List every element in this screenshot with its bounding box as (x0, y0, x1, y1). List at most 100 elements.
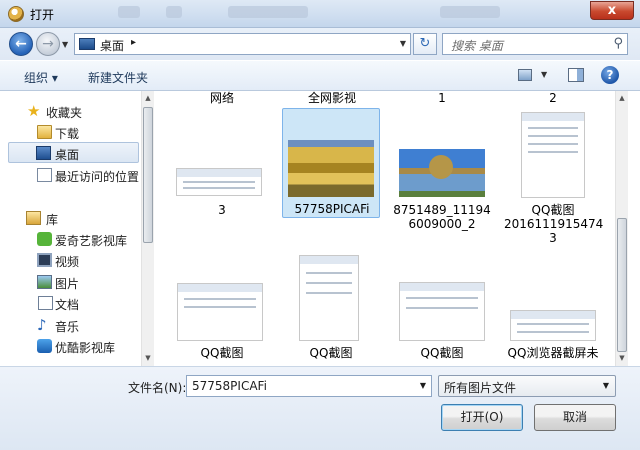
nav-documents[interactable]: 文档 (0, 293, 141, 314)
iqiyi-icon (37, 232, 52, 246)
scroll-up-icon[interactable]: ▲ (142, 91, 154, 106)
file-name[interactable]: 2 (504, 91, 602, 105)
file-name: QQ浏览器截屏未 (507, 346, 599, 360)
filename-label: 文件名(N): (128, 381, 187, 395)
scroll-thumb[interactable] (617, 218, 627, 352)
file-item-selected[interactable]: 57758PICAFi (282, 108, 380, 218)
nav-label: 音乐 (55, 320, 80, 334)
nav-music[interactable]: ♪ 音乐 (0, 315, 141, 336)
downloads-folder-icon (37, 125, 52, 139)
video-library-icon (37, 253, 52, 267)
refresh-button[interactable]: ↻ (413, 33, 437, 55)
file-item[interactable]: 3 (173, 111, 271, 221)
nav-iqiyi[interactable]: 爱奇艺影视库 (0, 229, 141, 250)
close-icon: x (607, 3, 617, 18)
scroll-down-icon[interactable]: ▼ (616, 351, 628, 366)
address-row: ← → ▼ 桌面 ▸ ▼ ↻ 搜索 桌面 ⚲ (0, 28, 640, 60)
nav-downloads[interactable]: 下载 (0, 122, 141, 143)
blurred-title-area (118, 6, 140, 18)
file-list: 网络 全网影视 1 2 3 57758PICAFi 8751489_11194 … (155, 91, 615, 366)
filename-value[interactable]: 57758PICAFi (192, 379, 267, 393)
view-dropdown-icon[interactable]: ▼ (541, 70, 547, 79)
filename-dropdown-icon[interactable]: ▼ (420, 381, 426, 390)
nav-label: 优酷影视库 (55, 341, 116, 355)
blurred-title-area (166, 6, 182, 18)
youku-icon (37, 339, 52, 353)
library-icon (26, 211, 41, 225)
nav-favorites[interactable]: ★ 收藏夹 (0, 101, 141, 122)
nav-scrollbar[interactable]: ▲ ▼ (141, 91, 154, 366)
file-name: 57758PICAFi (294, 202, 370, 216)
file-item[interactable]: QQ截图 (282, 255, 380, 365)
preview-pane-icon[interactable] (568, 68, 584, 82)
nav-label: 视频 (55, 255, 80, 269)
file-type-select[interactable]: 所有图片文件 ▼ (438, 375, 616, 397)
pictures-library-icon (37, 275, 52, 289)
back-button[interactable]: ← (9, 32, 33, 56)
screenshot-thumbnail (399, 282, 485, 341)
file-name[interactable]: 1 (393, 91, 491, 105)
help-label: ? (606, 68, 614, 82)
file-name: QQ截图 (309, 346, 353, 360)
screenshot-thumbnail (177, 283, 263, 341)
file-item[interactable]: QQ截图 2016111915474 3 (504, 111, 603, 245)
organize-menu[interactable]: 组织 ▾ (24, 69, 58, 86)
history-dropdown-icon[interactable]: ▼ (62, 40, 68, 49)
image-thumbnail (399, 149, 485, 197)
file-name: QQ截图 (420, 346, 464, 360)
file-item[interactable]: QQ截图 (173, 255, 271, 365)
nav-youku[interactable]: 优酷影视库 (0, 336, 141, 357)
nav-libraries[interactable]: 库 (0, 208, 141, 229)
desktop-icon (36, 146, 51, 160)
file-name[interactable]: 网络 (173, 91, 271, 105)
address-dropdown-icon[interactable]: ▼ (400, 39, 406, 48)
nav-pictures[interactable]: 图片 (0, 272, 141, 293)
file-type-dropdown-icon[interactable]: ▼ (603, 381, 609, 390)
nav-label: 爱奇艺影视库 (55, 234, 128, 248)
nav-label: 收藏夹 (46, 106, 83, 120)
address-bar[interactable]: 桌面 ▸ ▼ (74, 33, 411, 55)
file-item[interactable]: QQ截图 (393, 255, 491, 365)
nav-label: 文档 (55, 298, 80, 312)
nav-videos[interactable]: 视频 (0, 250, 141, 271)
file-type-value: 所有图片文件 (444, 381, 517, 395)
file-list-scrollbar[interactable]: ▲ ▼ (615, 91, 628, 366)
screenshot-thumbnail (521, 112, 585, 198)
refresh-icon: ↻ (419, 36, 431, 51)
blurred-title-area (228, 6, 308, 18)
file-item[interactable]: 8751489_11194 6009000_2 (393, 111, 491, 231)
search-input[interactable]: 搜索 桌面 ⚲ (442, 33, 628, 55)
file-name[interactable]: 全网影视 (283, 91, 381, 105)
blurred-title-area (440, 6, 500, 18)
breadcrumb-chevron-icon[interactable]: ▸ (131, 37, 136, 48)
search-icon[interactable]: ⚲ (613, 36, 623, 51)
nav-label: 下载 (55, 127, 80, 141)
file-name: 8751489_11194 6009000_2 (393, 203, 491, 231)
open-button[interactable]: 打开(O) (441, 404, 523, 431)
documents-library-icon (38, 296, 53, 310)
forward-button[interactable]: → (36, 32, 60, 56)
new-folder-button[interactable]: 新建文件夹 (88, 69, 148, 86)
filename-input[interactable]: 57758PICAFi ▼ (186, 375, 432, 397)
help-icon[interactable]: ? (601, 66, 619, 84)
forward-arrow-icon: → (42, 36, 54, 52)
nav-label: 图片 (55, 277, 80, 291)
nav-label: 最近访问的位置 (55, 170, 140, 184)
nav-desktop[interactable]: 桌面 (8, 142, 139, 163)
cancel-button[interactable]: 取消 (534, 404, 616, 431)
scroll-up-icon[interactable]: ▲ (616, 91, 628, 106)
close-button[interactable]: x (590, 1, 634, 20)
scroll-down-icon[interactable]: ▼ (142, 351, 154, 366)
change-view-icon[interactable] (518, 69, 532, 81)
recent-places-icon (37, 168, 52, 182)
file-name: 3 (218, 203, 226, 217)
nav-recent-places[interactable]: 最近访问的位置 (0, 165, 141, 186)
address-location[interactable]: 桌面 (100, 37, 124, 54)
search-placeholder: 搜索 桌面 (451, 39, 503, 53)
scroll-thumb[interactable] (143, 107, 153, 243)
file-name: QQ截图 2016111915474 3 (504, 203, 604, 245)
screenshot-thumbnail (510, 310, 596, 341)
star-icon: ★ (27, 102, 41, 120)
file-item[interactable]: QQ浏览器截屏未 (504, 255, 602, 365)
desktop-icon (79, 38, 95, 50)
